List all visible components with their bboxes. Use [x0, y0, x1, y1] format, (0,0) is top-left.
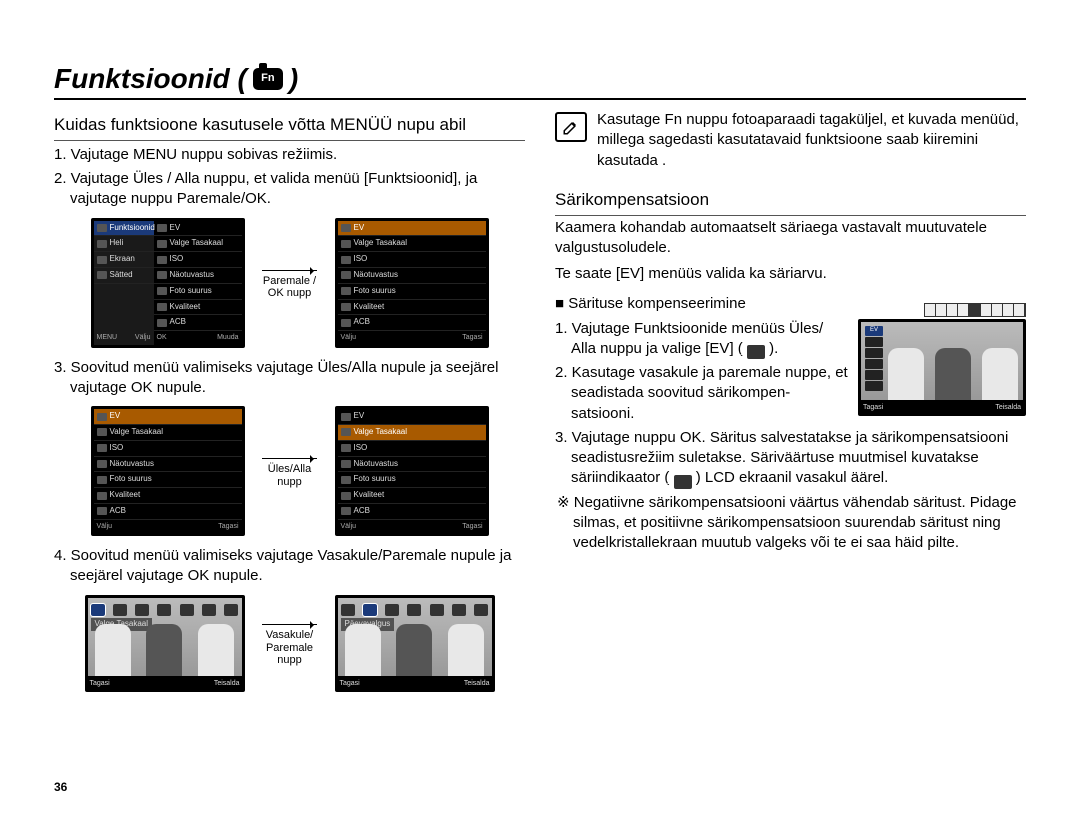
menu3-wb: Valge Tasakaal	[110, 427, 164, 438]
menu-screen-4: EV Valge Tasakaal ISO Näotuvastus Foto s…	[335, 406, 489, 536]
menu4-face: Näotuvastus	[354, 459, 398, 470]
asterisk-text: Negatiivne särikompensatsiooni väärtus v…	[573, 494, 1017, 552]
menu2-foot-exit: Välju	[341, 333, 357, 342]
title-underline	[54, 98, 1026, 100]
menu3-iso: ISO	[110, 443, 124, 454]
menu3-acb: ACB	[110, 506, 126, 517]
title-text-2: )	[289, 60, 298, 98]
menu-screen-3: EV Valge Tasakaal ISO Näotuvastus Foto s…	[91, 406, 245, 536]
menu2-iso: ISO	[354, 254, 368, 265]
figure-row-1: Funktsioonid Heli Ekraan Sätted MENU Välj…	[54, 218, 525, 348]
page-number: 36	[54, 779, 67, 795]
menu-left-funktsioonid: Funktsioonid	[110, 223, 155, 234]
ev-ruler-icon	[924, 303, 1026, 317]
menu3-size: Foto suurus	[110, 474, 152, 485]
figure-row-2: EV Valge Tasakaal ISO Näotuvastus Foto s…	[54, 406, 525, 536]
menu3-face: Näotuvastus	[110, 459, 154, 470]
menu2-size: Foto suurus	[354, 286, 396, 297]
menu-right-size: Foto suurus	[170, 286, 212, 297]
menu-left-ekraan: Ekraan	[110, 254, 135, 265]
menu3-ev: EV	[110, 411, 121, 422]
asterisk-marker: ※	[557, 494, 574, 511]
step-1: 1. Vajutage MENU nuppu sobivas režiimis.	[70, 145, 525, 165]
right-heading: Särikompensatsioon	[555, 189, 1026, 216]
step-4: 4. Soovitud menüü valimiseks vajutage Va…	[70, 546, 525, 587]
step-2: 2. Vajutage Üles / Alla nuppu, et valida…	[70, 169, 525, 210]
menu-screen-2: EV Valge Tasakaal ISO Näotuvastus Foto s…	[335, 218, 489, 348]
photo2-back: Tagasi	[340, 679, 360, 688]
menu-right-face: Näotuvastus	[170, 270, 214, 281]
left-heading: Kuidas funktsioone kasutusele võtta MENÜ…	[54, 114, 525, 141]
menu3-foot-exit: Välju	[97, 522, 113, 531]
photo-screen-2: Päevavalgus TagasiTeisalda	[335, 595, 495, 692]
right-p2: Te saate [EV] menüüs valida ka säriarvu.	[555, 264, 1026, 284]
right-p1: Kaamera kohandab automaatselt säriaega v…	[555, 218, 1026, 259]
menu-right-iso: ISO	[170, 254, 184, 265]
right-column: Kasutage Fn nuppu fotoaparaadi tagakülje…	[555, 110, 1026, 702]
photo-screen-1: Valge Tasakaal TagasiTeisalda	[85, 595, 245, 692]
left-column: Kuidas funktsioone kasutusele võtta MENÜ…	[54, 110, 525, 702]
photo1-back: Tagasi	[90, 679, 110, 688]
menu4-ev: EV	[354, 411, 365, 422]
right-s3b: ) LCD ekraanil vasakul äärel.	[696, 469, 889, 486]
menu-left-heli: Heli	[110, 238, 124, 249]
right-step-3: 3. Vajutage nuppu OK. Säritus salves­tat…	[571, 428, 1026, 489]
pencil-icon	[555, 112, 587, 142]
menu4-foot-exit: Välju	[341, 522, 357, 531]
menu2-foot-back: Tagasi	[462, 333, 482, 342]
step-3: 3. Soovitud menüü valimiseks vajutage Ül…	[70, 358, 525, 399]
ev-strip-ev: EV	[865, 326, 883, 336]
right-s1a: 1. Vajutage Funktsioonide menüüs Üles/ A…	[555, 320, 823, 357]
menu4-quality: Kvaliteet	[354, 490, 385, 501]
menu2-quality: Kvaliteet	[354, 302, 385, 313]
menu3-quality: Kvaliteet	[110, 490, 141, 501]
menu3-foot-back: Tagasi	[218, 522, 238, 531]
evfig-move: Teisalda	[995, 403, 1021, 412]
menu4-wb: Valge Tasakaal	[354, 427, 408, 438]
menu2-acb: ACB	[354, 317, 370, 328]
menu4-foot-back: Tagasi	[462, 522, 482, 531]
menu-badge: MENU	[97, 333, 118, 342]
menu-foot-exit: Välju	[135, 333, 151, 342]
menu-screen-1: Funktsioonid Heli Ekraan Sätted MENU Välj…	[91, 218, 245, 348]
menu2-face: Näotuvastus	[354, 270, 398, 281]
arrow-2-label: Üles/Alla nupp	[255, 463, 325, 488]
menu4-iso: ISO	[354, 443, 368, 454]
menu2-wb: Valge Tasakaal	[354, 238, 408, 249]
ev-inline-icon: ±	[747, 345, 765, 359]
photo1-move: Teisalda	[214, 679, 240, 688]
title-text-1: Funktsioonid (	[54, 60, 247, 98]
ev-figure: EV Tagasi Teisalda	[858, 319, 1026, 416]
note-box: Kasutage Fn nuppu fotoaparaadi tagakülje…	[555, 110, 1026, 171]
menu-left-satted: Sätted	[110, 270, 133, 281]
menu-right-wb: Valge Tasakaal	[170, 238, 224, 249]
menu-right-quality: Kvaliteet	[170, 302, 201, 313]
right-s1b: ).	[769, 340, 778, 357]
menu4-size: Foto suurus	[354, 474, 396, 485]
asterisk-note: ※ Negatiivne särikompensatsiooni väärtus…	[555, 493, 1026, 554]
photo2-move: Teisalda	[464, 679, 490, 688]
arrow-3: Vasakule/ Paremale nupp	[255, 620, 325, 667]
arrow-2: Üles/Alla nupp	[255, 454, 325, 488]
ok-badge: OK	[157, 333, 167, 342]
menu4-acb: ACB	[354, 506, 370, 517]
menu-right-acb: ACB	[170, 317, 186, 328]
note-text: Kasutage Fn nuppu fotoaparaadi tagakülje…	[597, 110, 1026, 171]
menu-right-ev: EV	[170, 223, 181, 234]
arrow-1: Paremale / OK nupp	[255, 266, 325, 300]
menu-foot-change: Muuda	[217, 333, 238, 342]
ev-indicator-icon: ±	[674, 475, 692, 489]
menu2-ev: EV	[354, 223, 365, 234]
camera-fn-icon: Fn	[253, 68, 283, 90]
figure-row-3: Valge Tasakaal TagasiTeisalda Vasakule/ …	[54, 595, 525, 692]
arrow-1-label: Paremale / OK nupp	[255, 275, 325, 300]
arrow-3-label: Vasakule/ Paremale nupp	[255, 629, 325, 667]
page-title: Funktsioonid ( Fn )	[54, 60, 298, 98]
evfig-back: Tagasi	[863, 403, 883, 412]
